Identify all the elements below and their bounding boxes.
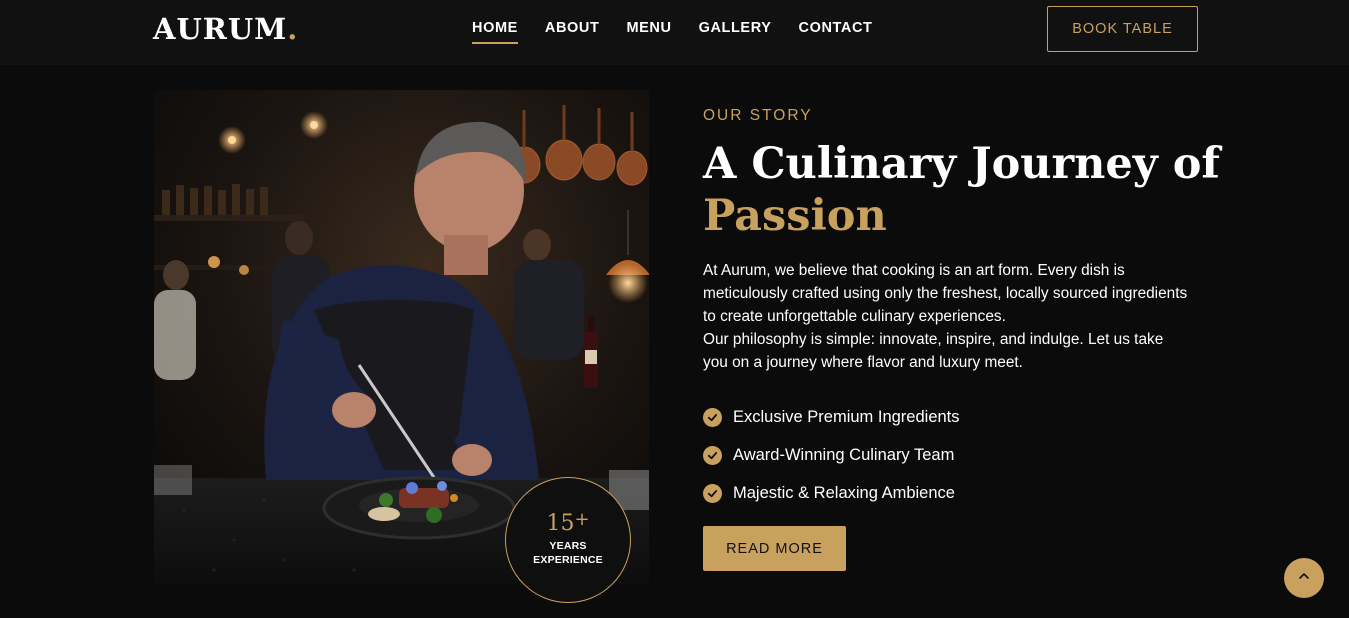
- main-nav: HOME ABOUT MENU GALLERY CONTACT: [472, 20, 873, 44]
- experience-label-line2: EXPERIENCE: [533, 554, 603, 566]
- feature-list: Exclusive Premium Ingredients Award-Winn…: [703, 398, 960, 512]
- nav-home[interactable]: HOME: [472, 20, 518, 44]
- feature-text: Exclusive Premium Ingredients: [733, 407, 960, 426]
- book-table-button[interactable]: BOOK TABLE: [1047, 6, 1198, 52]
- section-title: A Culinary Journey of Passion: [703, 138, 1223, 242]
- section-eyebrow: OUR STORY: [703, 107, 813, 124]
- scroll-to-top-button[interactable]: [1284, 558, 1324, 598]
- experience-label: YEARS EXPERIENCE: [533, 539, 603, 567]
- nav-menu[interactable]: MENU: [626, 20, 671, 44]
- experience-label-line1: YEARS: [549, 540, 587, 552]
- section-title-accent: Passion: [703, 191, 887, 241]
- description-paragraph-2: Our philosophy is simple: innovate, insp…: [703, 331, 1164, 371]
- read-more-button[interactable]: READ MORE: [703, 526, 846, 571]
- check-circle-icon: [703, 407, 722, 427]
- nav-gallery[interactable]: GALLERY: [699, 20, 772, 44]
- feature-item: Award-Winning Culinary Team: [703, 436, 960, 474]
- description-paragraph-1: At Aurum, we believe that cooking is an …: [703, 262, 1188, 325]
- check-circle-icon: [703, 483, 722, 503]
- experience-number: 15+: [546, 511, 589, 536]
- section-title-main: A Culinary Journey of: [703, 139, 1220, 189]
- check-circle-icon: [703, 445, 722, 465]
- nav-about[interactable]: ABOUT: [545, 20, 600, 44]
- feature-text: Award-Winning Culinary Team: [733, 445, 955, 464]
- feature-item: Exclusive Premium Ingredients: [703, 398, 960, 436]
- feature-text: Majestic & Relaxing Ambience: [733, 483, 955, 502]
- chevron-up-icon: [1297, 569, 1311, 588]
- nav-contact[interactable]: CONTACT: [799, 20, 873, 44]
- experience-badge: 15+ YEARS EXPERIENCE: [505, 477, 631, 603]
- site-header: AURUM. HOME ABOUT MENU GALLERY CONTACT B…: [0, 0, 1349, 65]
- brand-logo[interactable]: AURUM.: [153, 12, 298, 46]
- brand-name: AURUM: [153, 12, 288, 46]
- section-description: At Aurum, we believe that cooking is an …: [703, 259, 1188, 374]
- brand-dot: .: [287, 12, 299, 46]
- experience-plus: +: [574, 509, 590, 530]
- experience-value: 15: [546, 511, 575, 536]
- feature-item: Majestic & Relaxing Ambience: [703, 474, 960, 512]
